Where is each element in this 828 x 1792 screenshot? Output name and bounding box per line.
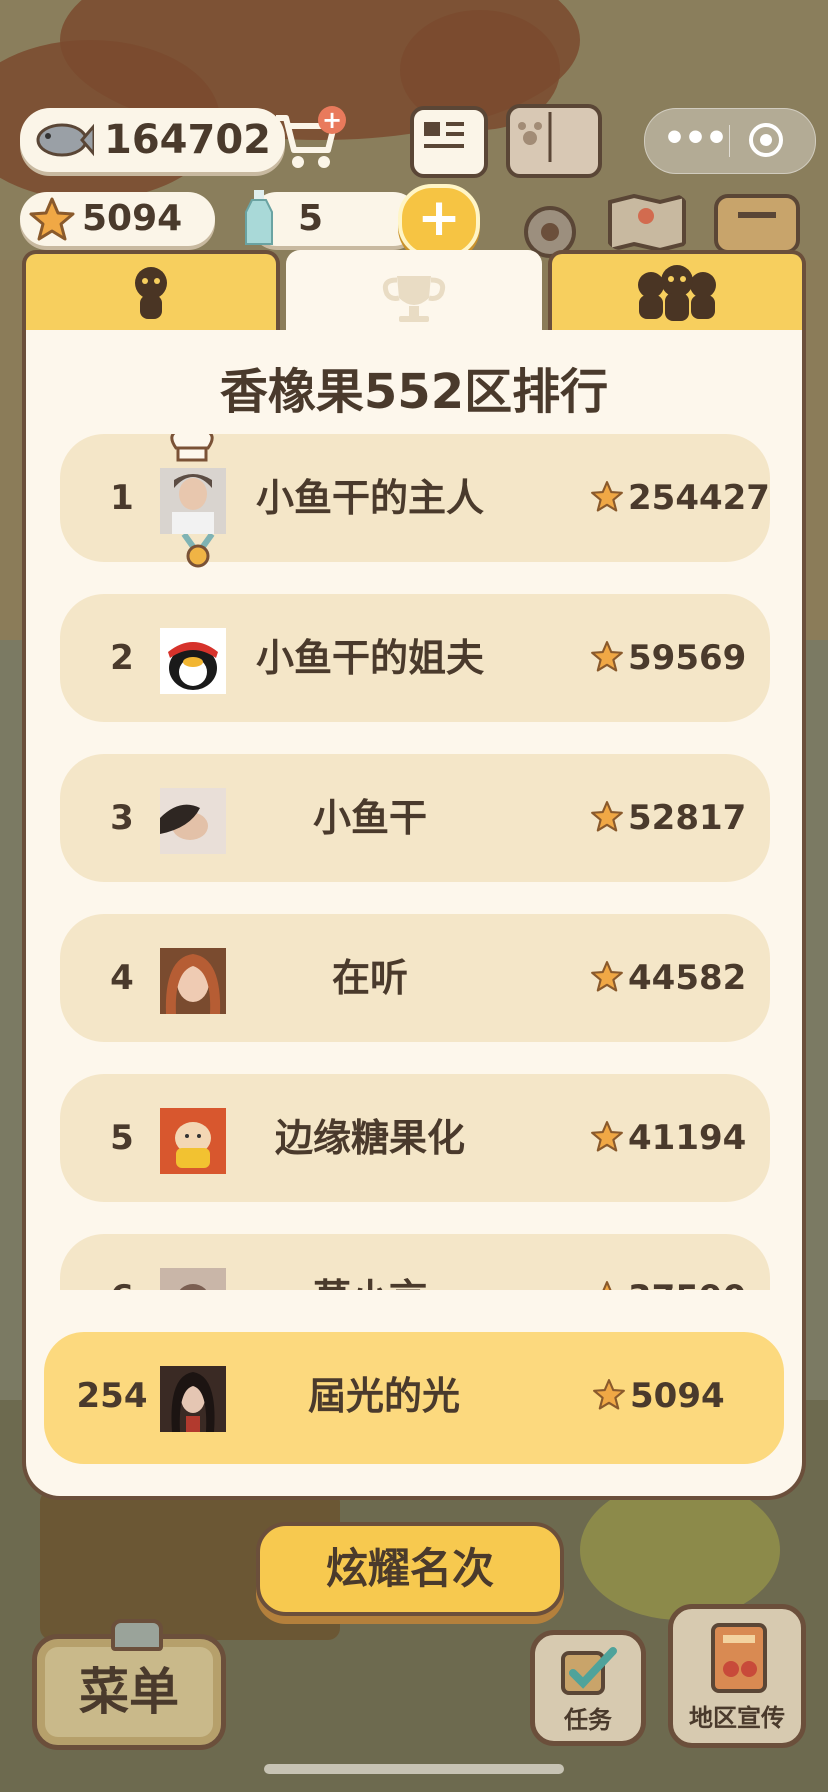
avatar — [160, 1366, 226, 1432]
avatar — [160, 1268, 226, 1290]
star-icon — [591, 481, 623, 512]
tab-personal[interactable] — [22, 250, 280, 340]
background-basket — [580, 1480, 780, 1620]
more-menu-button[interactable]: ••• — [663, 109, 728, 173]
player-name: 莫小言 — [250, 1234, 490, 1290]
map-icon[interactable] — [606, 194, 688, 250]
avatar — [160, 1108, 226, 1174]
person-icon — [135, 267, 167, 319]
ranking-row[interactable]: 3 小鱼干 52817 — [60, 754, 770, 882]
bottle-icon — [245, 190, 273, 245]
player-name: 小鱼干 — [312, 796, 427, 840]
brochure-icon — [711, 1623, 767, 1693]
close-target-icon[interactable] — [749, 123, 783, 157]
capsule-divider — [729, 125, 730, 157]
player-score: 37590 — [628, 1234, 746, 1290]
cart-plus-icon[interactable]: + — [318, 106, 346, 134]
newspaper-glyph-icon — [424, 122, 464, 148]
paw-glyph-icon — [518, 112, 552, 162]
promo-label: 地区宣传 — [689, 1704, 785, 1732]
avatar — [160, 948, 226, 1014]
star-currency: 5094 — [20, 192, 215, 246]
bottle-count: 5 — [298, 198, 324, 239]
star-icon — [591, 961, 623, 992]
menu-button[interactable]: 菜单 — [32, 1619, 226, 1750]
paw-book-icon[interactable] — [506, 104, 602, 178]
player-name: 小鱼干的主人 — [255, 476, 484, 520]
star-icon — [591, 641, 623, 672]
player-name: 小鱼干的姐夫 — [255, 636, 484, 680]
player-name: 边缘糖果化 — [274, 1116, 465, 1160]
player-score: 41194 — [628, 1118, 747, 1158]
avatar — [160, 788, 226, 854]
mini-program-capsule: ••• — [644, 108, 816, 174]
star-icon — [591, 801, 623, 832]
add-currency-button[interactable]: + — [398, 184, 480, 258]
task-label: 任务 — [564, 1706, 612, 1734]
player-score: 254427 — [628, 478, 770, 518]
task-button[interactable]: 任务 — [530, 1630, 646, 1746]
star-icon — [602, 1281, 612, 1290]
player-score: 44582 — [628, 958, 747, 998]
avatar — [160, 468, 226, 534]
menu-label: 菜单 — [79, 1663, 179, 1721]
player-score: 59569 — [628, 638, 747, 678]
star-icon — [593, 1379, 625, 1410]
ranking-list[interactable]: 1 小鱼干的主人 254427 2 小鱼干的姐夫 59569 3 小鱼干 528… — [60, 434, 770, 1290]
trophy-icon — [382, 276, 446, 322]
star-icon — [29, 197, 75, 241]
group-icon — [638, 265, 716, 321]
home-indicator[interactable] — [264, 1764, 564, 1774]
medal-icon — [181, 534, 215, 568]
ranking-row[interactable]: 5 边缘糖果化 41194 — [60, 1074, 770, 1202]
ranking-row[interactable]: 6 莫小言 37590 — [60, 1234, 770, 1290]
kitchen-icon[interactable] — [712, 192, 802, 252]
player-score: 52817 — [628, 798, 747, 838]
player-name: 在听 — [331, 956, 408, 1000]
page-title: 香橡果552区排行 — [219, 364, 609, 420]
my-player-score: 5094 — [630, 1376, 725, 1416]
avatar — [160, 628, 226, 694]
bottle-currency: 5 — [245, 190, 420, 246]
tab-team[interactable] — [548, 250, 806, 340]
ranking-row[interactable]: 4 在听 44582 — [60, 914, 770, 1042]
star-count: 5094 — [82, 198, 183, 239]
fish-currency: 164702 — [20, 108, 285, 172]
star-icon — [591, 1121, 623, 1152]
fish-icon — [36, 123, 94, 157]
newspaper-icon[interactable] — [410, 106, 488, 178]
chef-hat-icon — [170, 434, 214, 462]
regional-promo-button[interactable]: 地区宣传 — [668, 1604, 806, 1748]
my-ranking-row[interactable]: 254 屆光的光 5094 — [44, 1332, 784, 1464]
my-player-name: 屆光的光 — [307, 1374, 460, 1418]
show-rank-button[interactable]: 炫耀名次 — [256, 1522, 564, 1616]
fish-count: 164702 — [104, 117, 271, 163]
ranking-row[interactable]: 1 小鱼干的主人 254427 — [60, 434, 770, 568]
checkbox-icon — [561, 1647, 617, 1695]
ranking-row[interactable]: 2 小鱼干的姐夫 59569 — [60, 594, 770, 722]
